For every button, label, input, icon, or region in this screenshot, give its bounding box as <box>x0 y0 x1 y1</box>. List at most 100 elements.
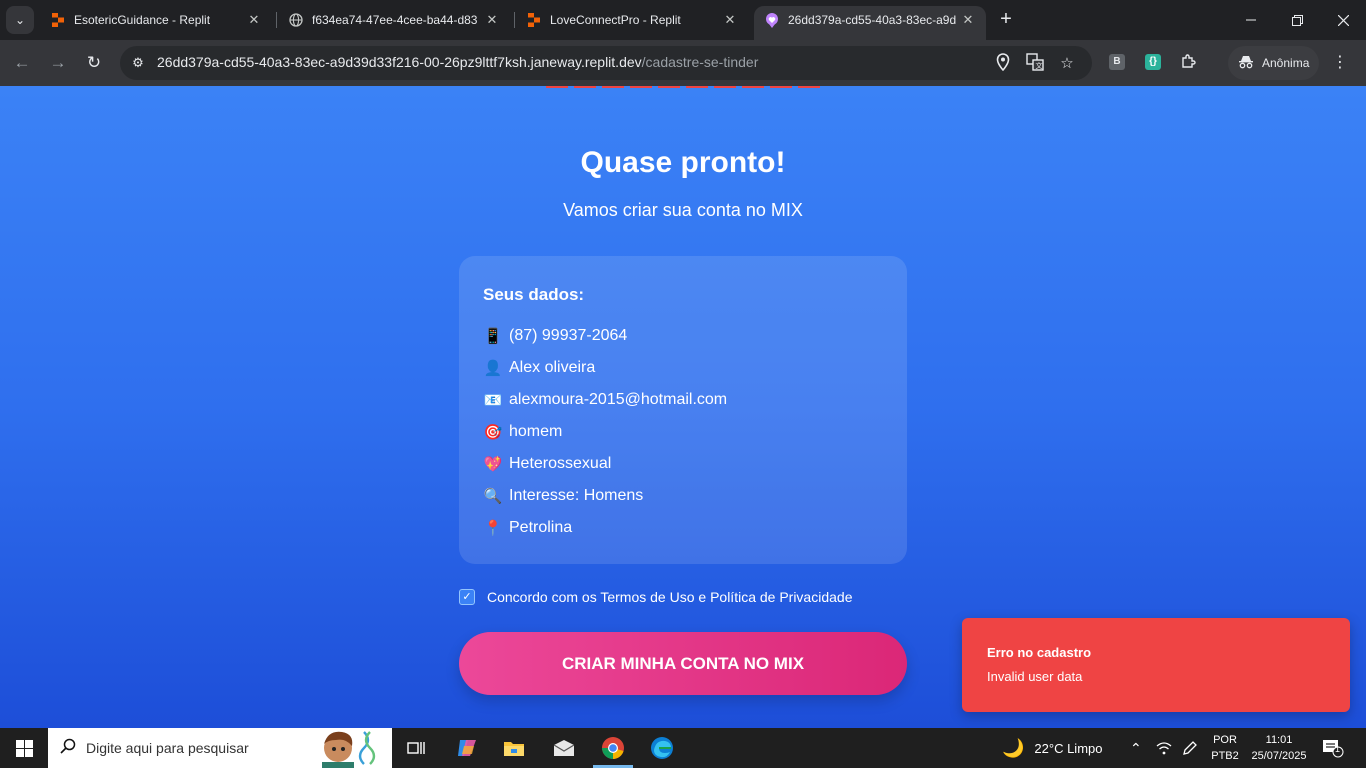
weather-text: 22°C Limpo <box>1034 740 1103 756</box>
terms-agreement[interactable]: ✓ Concordo com os Termos de Uso e Políti… <box>459 589 852 605</box>
error-toast[interactable]: Erro no cadastro Invalid user data <box>962 618 1350 712</box>
close-tab-icon[interactable]: ✕ <box>722 12 738 28</box>
detail-gender: 🎯 homem <box>483 421 563 443</box>
browser-toolbar: ← → ↻ ⚙ 26dd379a-cd55-40a3-83ec-a9d39d33… <box>0 40 1366 86</box>
minimize-icon[interactable] <box>1228 0 1274 40</box>
tab-esoteric-guidance[interactable]: EsotericGuidance - Replit ✕ <box>40 6 272 34</box>
detail-interest: 🔍 Interesse: Homens <box>483 485 644 507</box>
toast-message: Invalid user data <box>987 669 1083 684</box>
search-placeholder: Digite aqui para pesquisar <box>86 740 249 756</box>
heart-icon: 💖 <box>483 456 503 473</box>
extension-bracket-icon[interactable]: {} <box>1145 54 1161 70</box>
restore-icon[interactable] <box>1274 0 1320 40</box>
tab-active-26dd379a[interactable]: 26dd379a-cd55-40a3-83ec-a9d ✕ <box>754 6 986 40</box>
detail-text: alexmoura-2015@hotmail.com <box>509 391 728 408</box>
mail-icon[interactable] <box>548 732 580 764</box>
globe-icon <box>288 12 304 28</box>
detail-text: (87) 99937-2064 <box>509 327 628 344</box>
tab-loveconnectpro[interactable]: LoveConnectPro - Replit ✕ <box>516 6 748 34</box>
tab-search-chevron-down-icon[interactable]: ⌄ <box>6 6 34 34</box>
tab-title: 26dd379a-cd55-40a3-83ec-a9d <box>788 13 957 27</box>
search-icon <box>60 738 76 759</box>
show-hidden-icons-chevron-up-icon[interactable]: ⌃ <box>1130 728 1142 768</box>
replit-favicon-icon <box>526 12 542 28</box>
detail-phone: 📱 (87) 99937-2064 <box>483 325 628 347</box>
translate-icon[interactable]: 文 <box>1024 53 1046 75</box>
pin-icon: 📍 <box>483 520 503 537</box>
file-explorer-icon[interactable] <box>498 732 530 764</box>
profile-label: Anônima <box>1262 56 1310 70</box>
progress-decoration <box>546 86 820 88</box>
star-icon[interactable]: ☆ <box>1056 53 1078 75</box>
detail-text: Heterossexual <box>509 455 612 472</box>
heart-pin-favicon-icon <box>764 12 780 28</box>
terms-label[interactable]: Concordo com os Termos de Uso e Política… <box>487 589 852 605</box>
close-tab-icon[interactable]: ✕ <box>960 12 976 28</box>
search-highlight-illustration-icon <box>314 728 376 768</box>
windows-taskbar: Digite aqui para pesquisar 🌙 22°C Limpo … <box>0 728 1366 768</box>
edge-icon[interactable] <box>646 732 678 764</box>
puzzle-icon[interactable] <box>1178 53 1200 75</box>
tab-separator <box>276 12 277 28</box>
weather-widget[interactable]: 🌙 22°C Limpo <box>1002 728 1103 768</box>
close-tab-icon[interactable]: ✕ <box>246 12 262 28</box>
detail-text: homem <box>509 423 563 440</box>
clock-date: 25/07/2025 <box>1251 750 1307 762</box>
location-icon[interactable] <box>992 53 1014 75</box>
target-icon: 🎯 <box>483 424 503 441</box>
page-title: Quase pronto! <box>580 146 786 179</box>
pen-icon[interactable] <box>1182 728 1198 768</box>
forward-arrow-icon[interactable]: → <box>45 50 71 76</box>
back-arrow-icon[interactable]: ← <box>9 50 35 76</box>
mobile-phone-icon: 📱 <box>483 328 503 345</box>
detail-email: 📧 alexmoura-2015@hotmail.com <box>483 389 727 411</box>
taskbar-search-box[interactable]: Digite aqui para pesquisar <box>48 728 392 768</box>
person-icon: 👤 <box>483 360 503 377</box>
moon-icon: 🌙 <box>1002 737 1025 758</box>
system-clock[interactable]: 11:01 25/07/2025 <box>1248 732 1310 764</box>
input-language-indicator[interactable]: POR PTB2 <box>1208 732 1242 764</box>
detail-city: 📍 Petrolina <box>483 517 573 539</box>
task-view-icon[interactable] <box>400 732 432 764</box>
detail-orientation: 💖 Heterossexual <box>483 453 612 475</box>
copilot-icon[interactable] <box>451 732 483 764</box>
incognito-icon <box>1238 55 1254 72</box>
magnifier-icon: 🔍 <box>483 488 503 505</box>
close-window-icon[interactable] <box>1320 0 1366 40</box>
envelope-icon: 📧 <box>483 392 503 409</box>
new-tab-plus-icon[interactable]: + <box>994 8 1018 32</box>
card-title: Seus dados: <box>483 285 585 304</box>
reload-icon[interactable]: ↻ <box>81 50 107 76</box>
page-subtitle: Vamos criar sua conta no MIX <box>563 200 803 220</box>
incognito-profile-button[interactable]: Anônima <box>1228 46 1320 80</box>
chrome-icon[interactable] <box>597 732 629 764</box>
browser-tab-strip: ⌄ EsotericGuidance - Replit ✕ f634ea74-4… <box>0 0 1366 40</box>
detail-text: Alex oliveira <box>509 359 596 376</box>
tab-title: EsotericGuidance - Replit <box>74 13 211 27</box>
url-text[interactable]: 26dd379a-cd55-40a3-83ec-a9d39d33f216-00-… <box>157 54 758 70</box>
address-bar[interactable]: ⚙ 26dd379a-cd55-40a3-83ec-a9d39d33f216-0… <box>120 46 1092 80</box>
lang-line-2: PTB2 <box>1211 750 1239 762</box>
extension-b-icon[interactable]: B <box>1109 54 1125 70</box>
tune-icon[interactable]: ⚙ <box>128 53 148 73</box>
wifi-icon[interactable] <box>1156 728 1172 768</box>
url-host: 26dd379a-cd55-40a3-83ec-a9d39d33f216-00-… <box>157 54 642 70</box>
create-account-button[interactable]: CRIAR MINHA CONTA NO MIX <box>459 632 907 695</box>
tab-title: LoveConnectPro - Replit <box>550 13 681 27</box>
notifications-icon[interactable]: 1 <box>1322 728 1344 768</box>
close-tab-icon[interactable]: ✕ <box>484 12 500 28</box>
clock-time: 11:01 <box>1265 734 1293 746</box>
detail-name: 👤 Alex oliveira <box>483 357 596 379</box>
terms-checkbox[interactable]: ✓ <box>459 589 475 605</box>
replit-favicon-icon <box>50 12 66 28</box>
lang-line-1: POR <box>1213 734 1237 746</box>
tab-f634ea74[interactable]: f634ea74-47ee-4cee-ba44-d83 ✕ <box>278 6 510 34</box>
user-data-summary-card: Seus dados: 📱 (87) 99937-2064 👤 Alex oli… <box>459 256 907 564</box>
svg-text:文: 文 <box>1036 61 1043 70</box>
detail-text: Petrolina <box>509 519 573 536</box>
windows-start-icon[interactable] <box>0 728 48 768</box>
signup-page: Quase pronto! Vamos criar sua conta no M… <box>0 86 1366 728</box>
kebab-menu-icon[interactable]: ⋮ <box>1330 52 1350 72</box>
url-path: /cadastre-se-tinder <box>641 54 759 70</box>
tab-separator <box>514 12 515 28</box>
